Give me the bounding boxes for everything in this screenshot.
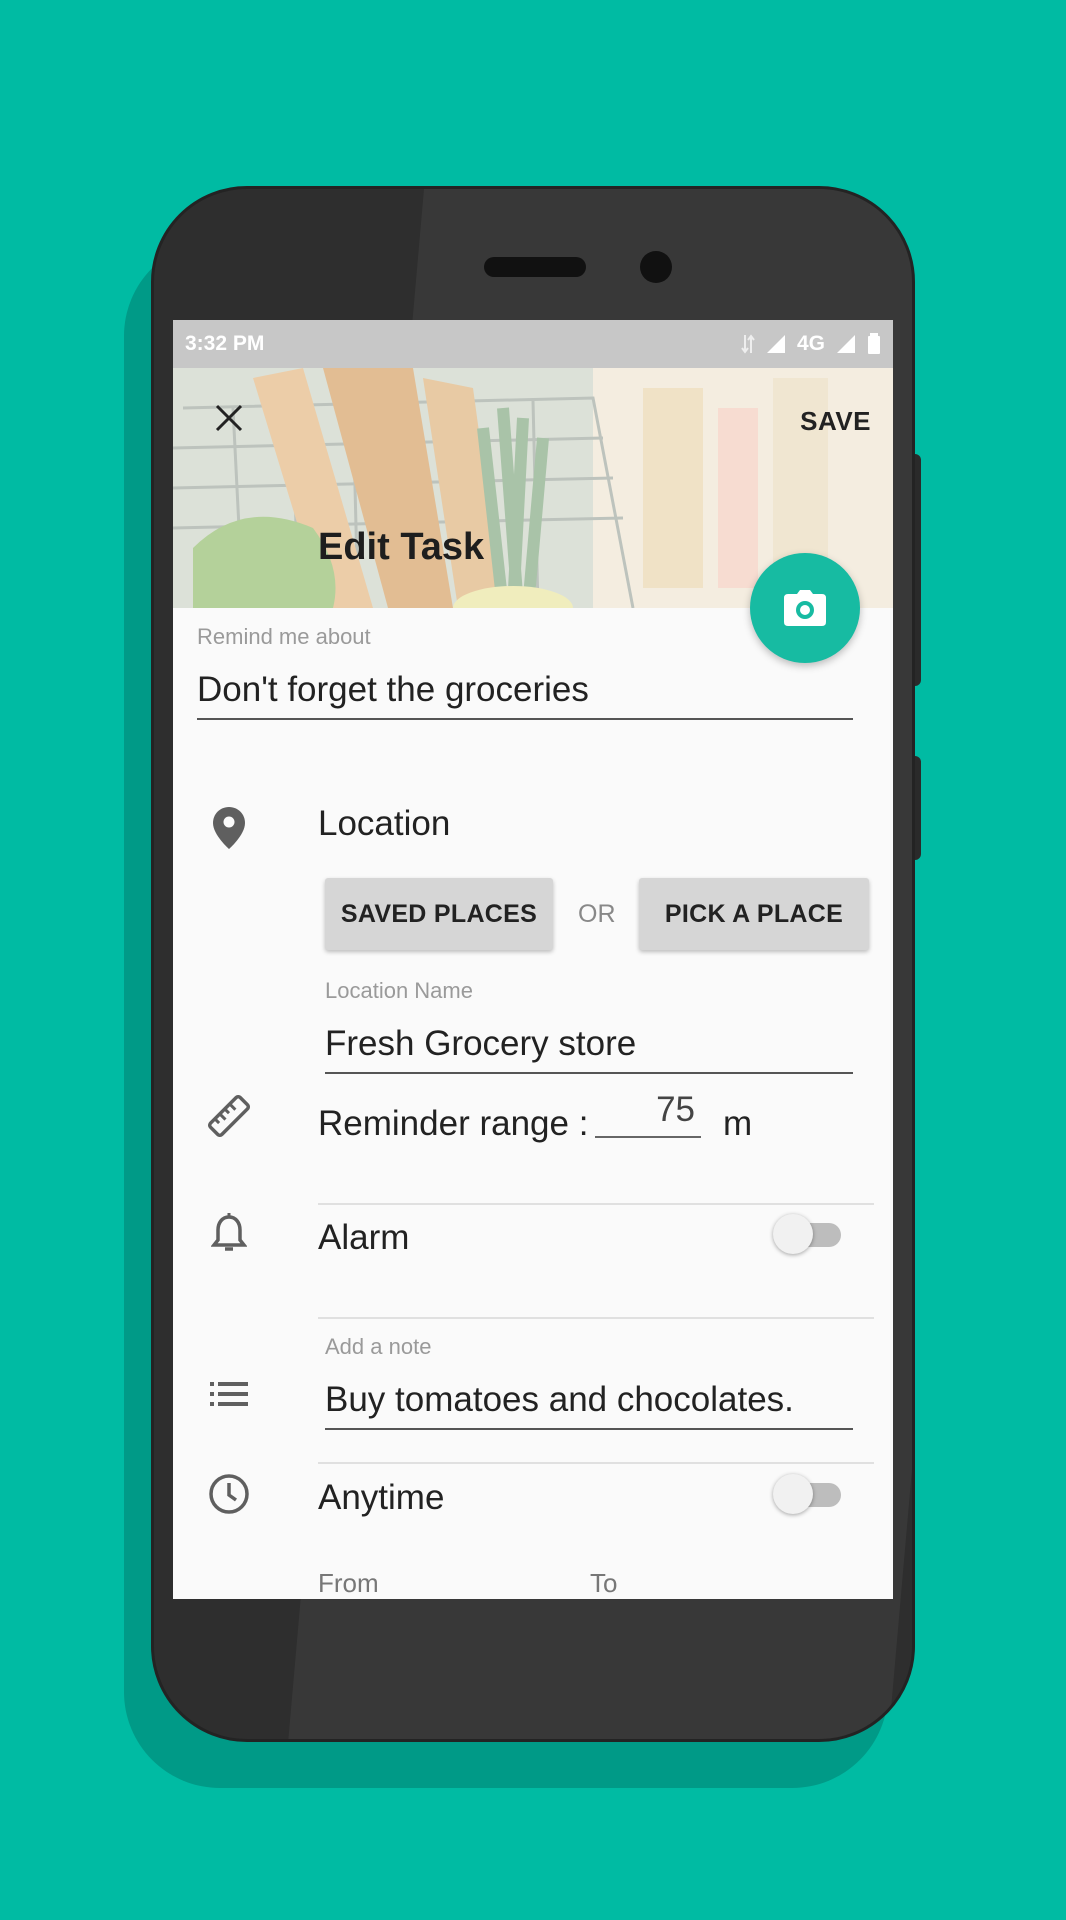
page-title: Edit Task [318, 526, 485, 568]
phone-speaker [484, 257, 586, 277]
note-label: Add a note [325, 1334, 432, 1359]
alarm-label: Alarm [318, 1218, 410, 1257]
anytime-toggle[interactable] [773, 1472, 845, 1516]
anytime-row-icon [205, 1470, 253, 1518]
battery-icon [868, 333, 880, 354]
camera-icon [784, 590, 826, 626]
note-input[interactable]: Buy tomatoes and chocolates. [325, 1380, 853, 1430]
location-name-label: Location Name [325, 978, 473, 1003]
alarm-row-icon [205, 1210, 253, 1258]
data-transfer-icon [741, 334, 755, 354]
from-label: From [318, 1568, 379, 1598]
or-separator: OR [578, 900, 616, 928]
range-row-icon [205, 1092, 253, 1140]
signal-icon [766, 335, 785, 353]
save-button[interactable]: SAVE [800, 406, 871, 437]
divider [318, 1317, 874, 1319]
range-input[interactable]: 75 [595, 1090, 701, 1138]
status-icons: 4G [741, 332, 881, 356]
status-time: 3:32 PM [185, 332, 265, 355]
pick-place-button[interactable]: PICK A PLACE [639, 878, 869, 950]
close-icon [215, 404, 243, 432]
signal-icon-secondary [837, 335, 855, 353]
divider [318, 1203, 874, 1205]
close-button[interactable] [209, 398, 249, 438]
app-screen: 3:32 PM 4G SAVE Edit Task Remind me abou… [173, 320, 893, 1599]
clock-icon [209, 1474, 249, 1514]
to-label: To [590, 1568, 618, 1598]
alarm-toggle-thumb [773, 1214, 813, 1254]
phone-front-camera [640, 251, 672, 283]
bell-icon [211, 1213, 247, 1251]
saved-places-button[interactable]: SAVED PLACES [325, 878, 553, 950]
location-pin-icon [213, 807, 245, 849]
divider [318, 1462, 874, 1464]
range-label: Reminder range : [318, 1104, 589, 1143]
ruler-icon [208, 1095, 250, 1137]
status-bar: 3:32 PM 4G [173, 320, 893, 368]
range-unit: m [723, 1104, 753, 1143]
anytime-toggle-thumb [773, 1474, 813, 1514]
location-title: Location [318, 804, 451, 843]
alarm-toggle[interactable] [773, 1212, 845, 1256]
network-type: 4G [796, 332, 825, 355]
location-name-input[interactable]: Fresh Grocery store [325, 1024, 853, 1074]
task-input[interactable]: Don't forget the groceries [197, 670, 853, 720]
anytime-label: Anytime [318, 1478, 445, 1517]
list-icon [210, 1382, 248, 1406]
note-row-icon [205, 1370, 253, 1418]
location-row-icon [205, 804, 253, 852]
camera-button[interactable] [750, 553, 860, 663]
task-label: Remind me about [197, 624, 371, 649]
